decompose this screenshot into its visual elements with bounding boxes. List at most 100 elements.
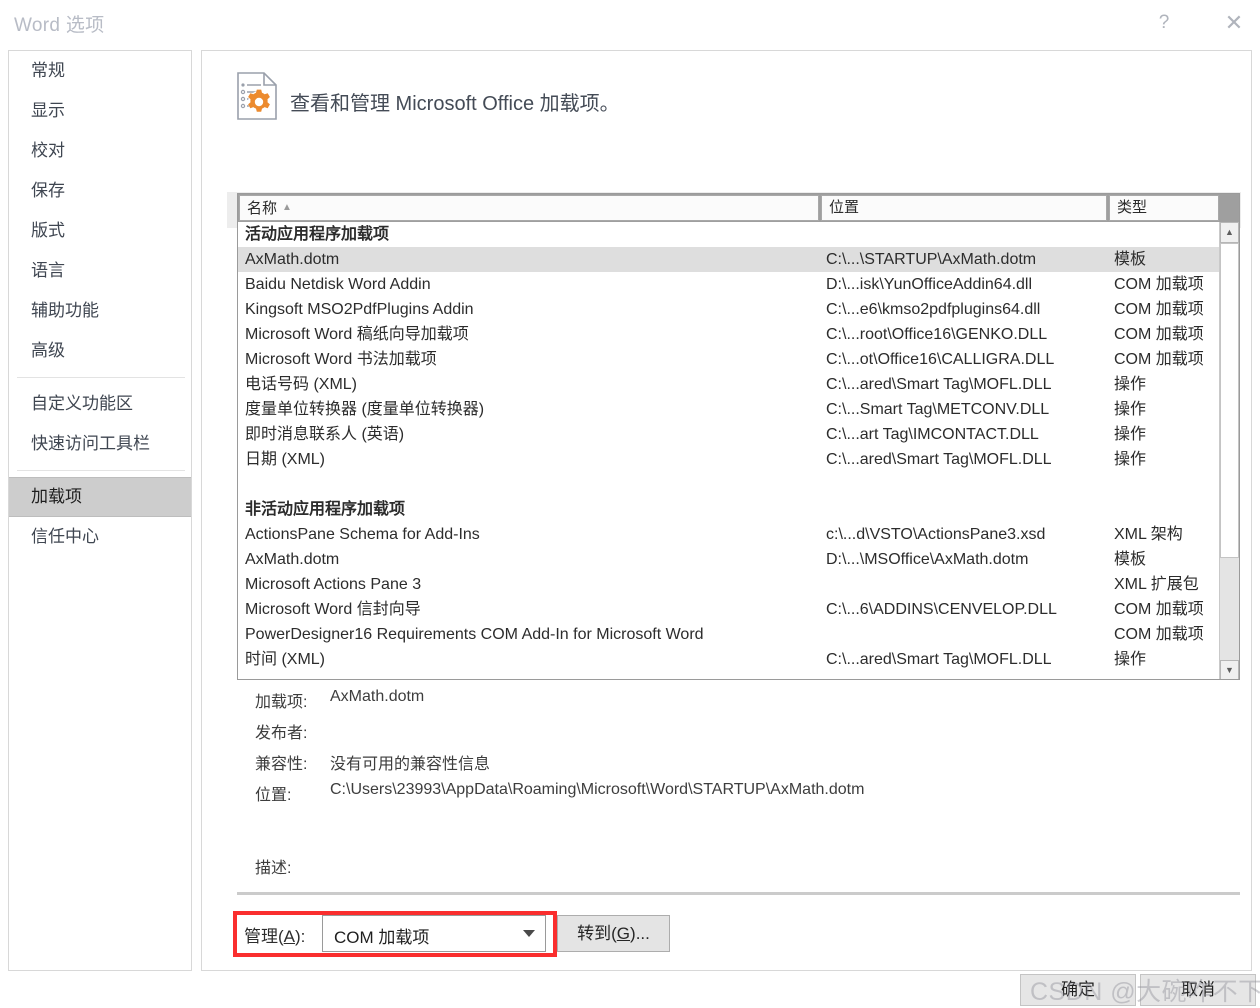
table-row[interactable]: PowerDesigner16 Requirements COM Add-In …	[238, 622, 1221, 647]
cell-name: Microsoft Actions Pane 3	[245, 576, 422, 593]
manage-dropdown[interactable]: COM 加载项	[322, 915, 546, 952]
sidebar-item[interactable]: 自定义功能区	[9, 384, 191, 424]
table-row[interactable]: Baidu Netdisk Word Addin D:\...isk\YunOff…	[238, 272, 1221, 297]
detail-value: 没有可用的兼容性信息	[330, 756, 491, 773]
chevron-down-icon[interactable]	[523, 930, 535, 937]
goto-button-prefix: 转到(	[577, 924, 617, 943]
cell-location	[826, 497, 1111, 522]
manage-label-suffix: ):	[295, 927, 306, 946]
table-row[interactable]: AxMath.dotm C:\...\STARTUP\AxMath.dotm 模板	[238, 247, 1221, 272]
sidebar-item[interactable]: 常规	[9, 51, 191, 91]
cell-location	[826, 572, 1111, 597]
cell-type: COM 加载项	[1114, 351, 1204, 368]
cell-name: PowerDesigner16 Requirements COM Add-In …	[245, 626, 704, 643]
sidebar-item-label: 信任中心	[31, 527, 99, 546]
addins-listview[interactable]: 名称 ▲ 位置 类型 活动应用程序加载项 AxMath.dotm C:\...\STA…	[237, 193, 1240, 680]
table-row[interactable]: Microsoft Word 稿纸向导加载项 C:\...root\Office1…	[238, 322, 1221, 347]
cell-type: 模板	[1114, 551, 1147, 568]
cell-location: C:\...\STARTUP\AxMath.dotm	[826, 251, 1037, 268]
sidebar-item[interactable]: 语言	[9, 251, 191, 291]
page-title: Word 选项	[14, 15, 105, 36]
sidebar-item[interactable]: 信任中心	[9, 517, 191, 557]
listview-vertical-scrollbar[interactable]: ▲ ▼	[1219, 222, 1239, 679]
cell-location: D:\...isk\YunOfficeAddin64.dll	[826, 276, 1033, 293]
cell-type: COM 加载项	[1114, 601, 1204, 618]
document-gear-icon	[237, 72, 277, 120]
addin-detail-panel: 加载项: AxMath.dotm 发布者: 兼容性: 没有可用的兼容性信息 位置: C:\U…	[255, 688, 1235, 885]
scroll-down-icon[interactable]: ▼	[1220, 660, 1239, 679]
table-row[interactable]: ActionsPane Schema for Add-Ins c:\...d\VS…	[238, 522, 1221, 547]
sidebar-item-label: 自定义功能区	[31, 394, 133, 413]
listview-header: 名称 ▲ 位置 类型	[238, 194, 1239, 222]
sidebar-item[interactable]: 显示	[9, 91, 191, 131]
detail-label: 加载项:	[255, 694, 308, 711]
cell-name: ActionsPane Schema for Add-Ins	[245, 526, 480, 543]
cell-type	[1114, 222, 1221, 247]
cell-name: 日期 (XML)	[245, 451, 326, 468]
scrollbar-thumb[interactable]	[1220, 243, 1239, 558]
sidebar-item[interactable]: 加载项	[9, 477, 191, 517]
cell-location: C:\...ared\Smart Tag\MOFL.DLL	[826, 451, 1052, 468]
detail-label: 发布者:	[255, 725, 308, 742]
table-row[interactable]: Microsoft Word 信封向导 C:\...6\ADDINS\CENVEL…	[238, 597, 1221, 622]
cell-type: 操作	[1114, 426, 1147, 443]
goto-button-suffix: )...	[630, 924, 650, 943]
cell-type: COM 加载项	[1114, 276, 1204, 293]
ok-button[interactable]: 确定	[1020, 974, 1136, 1006]
help-icon[interactable]: ?	[1143, 6, 1185, 40]
cell-name: 非活动应用程序加载项	[245, 501, 406, 518]
scroll-up-icon[interactable]: ▲	[1220, 222, 1239, 243]
sidebar-item[interactable]: 辅助功能	[9, 291, 191, 331]
cell-type: 操作	[1114, 401, 1147, 418]
sidebar: 常规显示校对保存版式 语言 辅助功能 高级自定义功能区快速访问工具栏加载项信任中心	[8, 50, 192, 971]
table-row[interactable]: 时间 (XML) C:\...ared\Smart Tag\MOFL.DLL 操作	[238, 647, 1221, 672]
title-bar: Word 选项 ? ✕	[0, 0, 1260, 46]
sidebar-item-label: 校对	[31, 141, 65, 160]
table-row[interactable]: Kingsoft MSO2PdfPlugins Addin C:\...e6\km…	[238, 297, 1221, 322]
sidebar-item-label: 保存	[31, 181, 65, 200]
cell-type: 操作	[1114, 376, 1147, 393]
table-row[interactable]: Microsoft Actions Pane 3 XML 扩展包	[238, 572, 1221, 597]
table-row[interactable]: Microsoft Word 书法加载项 C:\...ot\Office16\CA…	[238, 347, 1221, 372]
detail-row: 加载项: AxMath.dotm	[255, 688, 1235, 719]
sidebar-item[interactable]: 高级	[9, 331, 191, 371]
column-header-name-label: 名称	[247, 200, 278, 217]
cell-location	[826, 222, 1111, 247]
cell-name: 电话号码 (XML)	[245, 376, 358, 393]
sidebar-item[interactable]: 校对	[9, 131, 191, 171]
listview-body[interactable]: 活动应用程序加载项 AxMath.dotm C:\...\STARTUP\AxMat…	[238, 222, 1221, 679]
cell-type	[1114, 497, 1221, 522]
sidebar-item-label: 显示	[31, 101, 65, 120]
column-header-location-label: 位置	[829, 199, 860, 216]
manage-label-prefix: 管理(	[244, 927, 284, 946]
table-row[interactable]: 日期 (XML) C:\...ared\Smart Tag\MOFL.DLL 操作	[238, 447, 1221, 472]
table-row[interactable]: AxMath.dotm D:\...\MSOffice\AxMath.dotm 模板	[238, 547, 1221, 572]
cell-name: Microsoft Word 稿纸向导加载项	[245, 326, 469, 343]
close-icon[interactable]: ✕	[1213, 6, 1255, 40]
sidebar-item[interactable]: 保存	[9, 171, 191, 211]
sidebar-item-label: 加载项	[31, 487, 82, 506]
sidebar-separator	[17, 377, 185, 378]
listview-group-row[interactable]: 非活动应用程序加载项	[238, 497, 1221, 522]
detail-row: 位置: C:\Users\23993\AppData\Roaming\Micros…	[255, 781, 1235, 812]
column-header-type[interactable]: 类型	[1109, 195, 1219, 221]
cell-name: Microsoft Word 书法加载项	[245, 351, 437, 368]
detail-separator	[237, 892, 1240, 895]
cell-location	[826, 622, 1111, 647]
column-header-name[interactable]: 名称 ▲	[239, 195, 819, 221]
cell-type: COM 加载项	[1114, 326, 1204, 343]
table-row[interactable]: 电话号码 (XML) C:\...ared\Smart Tag\MOFL.DLL 操…	[238, 372, 1221, 397]
column-header-location[interactable]: 位置	[821, 195, 1107, 221]
listview-group-row[interactable]: 活动应用程序加载项	[238, 222, 1221, 247]
cell-type: COM 加载项	[1114, 626, 1204, 643]
cancel-button[interactable]: 取消	[1140, 974, 1256, 1006]
cell-name	[245, 472, 820, 497]
table-row[interactable]: 度量单位转换器 (度量单位转换器) C:\...Smart Tag\METCONV…	[238, 397, 1221, 422]
cell-location: C:\...Smart Tag\METCONV.DLL	[826, 401, 1050, 418]
table-row[interactable]: 即时消息联系人 (英语) C:\...art Tag\IMCONTACT.DLL 操…	[238, 422, 1221, 447]
detail-row: 兼容性: 没有可用的兼容性信息	[255, 750, 1235, 781]
cell-location: c:\...d\VSTO\ActionsPane3.xsd	[826, 526, 1046, 543]
goto-button[interactable]: 转到(G)...	[557, 915, 670, 952]
sidebar-item[interactable]: 快速访问工具栏	[9, 424, 191, 464]
sidebar-item[interactable]: 版式	[9, 211, 191, 251]
